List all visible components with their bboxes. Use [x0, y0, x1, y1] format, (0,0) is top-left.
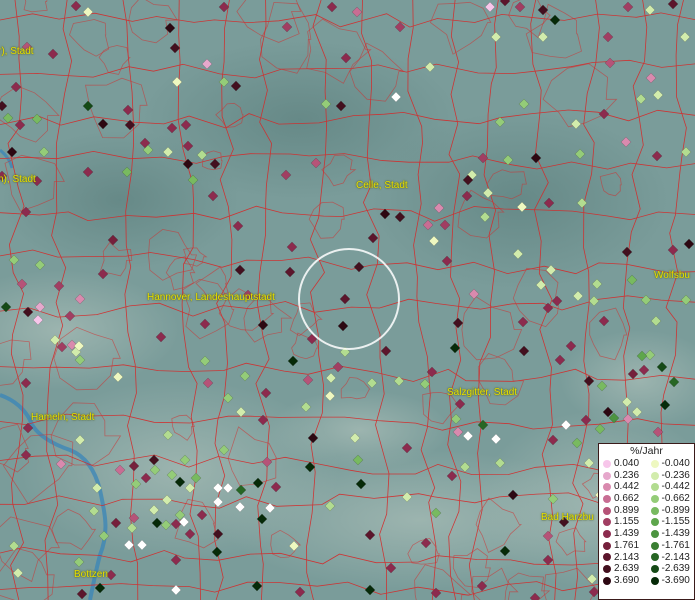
- legend-value: 1.439: [614, 528, 640, 540]
- legend-swatch: [650, 471, 659, 480]
- legend-swatch: [650, 494, 659, 503]
- legend-entry-neg: -3.690: [647, 575, 695, 587]
- legend-entry-neg: -0.662: [647, 493, 695, 505]
- legend-swatch: [650, 459, 659, 468]
- legend-value: -3.690: [661, 574, 690, 586]
- legend-entry-neg: -0.040: [647, 458, 695, 470]
- legend-value: 2.639: [614, 563, 640, 575]
- city-label-salzgitter: Salzgitter, Stadt: [447, 387, 518, 398]
- legend-entry-pos: 0.662: [599, 493, 647, 505]
- city-label-hameln: Hameln, Stadt: [31, 412, 95, 423]
- legend-row: 1.439 -1.439: [599, 528, 694, 540]
- legend-row: 3.690 -3.690: [599, 575, 694, 587]
- legend-entry-pos: 1.155: [599, 516, 647, 528]
- legend-swatch: [603, 506, 611, 515]
- legend-value: 3.690: [614, 574, 640, 586]
- legend-entry-neg: -0.236: [647, 470, 695, 482]
- city-label-hannover: Hannover, Landeshauptstadt: [147, 292, 275, 303]
- legend-title: %/Jahr: [630, 445, 663, 457]
- city-label-stadt-nw: r), Stadt: [0, 46, 34, 57]
- legend-value: -1.439: [661, 528, 690, 540]
- legend-rows: 0.040 -0.040 0.236 -0.236 0.442 -0.442 0.662 -0…: [599, 458, 694, 587]
- legend-entry-pos: 0.899: [599, 505, 647, 517]
- legend-entry-neg: -2.143: [647, 552, 695, 564]
- legend-swatch: [650, 483, 659, 492]
- legend-entry-neg: -0.899: [647, 505, 695, 517]
- legend-row: 0.040 -0.040: [599, 458, 694, 470]
- legend-swatch: [603, 565, 611, 574]
- legend-swatch: [603, 529, 611, 538]
- legend-row: 2.639 -2.639: [599, 563, 694, 575]
- legend-row: 1.761 -1.761: [599, 540, 694, 552]
- legend-row: 0.662 -0.662: [599, 493, 694, 505]
- legend: %/Jahr 0.040 -0.040 0.236 -0.236 0.442 -0.442…: [598, 443, 695, 600]
- legend-value: -0.662: [661, 493, 690, 505]
- legend-swatch: [650, 506, 659, 515]
- legend-entry-pos: 2.143: [599, 552, 647, 564]
- legend-row: 0.236 -0.236: [599, 470, 694, 482]
- legend-value: 2.143: [614, 551, 640, 563]
- legend-swatch: [603, 576, 611, 585]
- legend-swatch: [603, 494, 611, 503]
- legend-entry-pos: 0.040: [599, 458, 647, 470]
- legend-value: -2.143: [661, 551, 690, 563]
- city-label-bottzen: Bottzen: [74, 569, 108, 580]
- city-label-celle: Celle, Stadt: [356, 180, 408, 191]
- legend-value: 0.040: [614, 458, 640, 469]
- legend-row: 2.143 -2.143: [599, 552, 694, 564]
- legend-entry-pos: 0.236: [599, 470, 647, 482]
- legend-swatch: [650, 541, 659, 550]
- legend-entry-pos: 1.761: [599, 540, 647, 552]
- legend-value: -0.442: [661, 481, 690, 493]
- legend-swatch: [650, 529, 659, 538]
- legend-entry-neg: -2.639: [647, 563, 695, 575]
- legend-value: 0.442: [614, 481, 640, 493]
- legend-value: -0.236: [661, 469, 690, 481]
- legend-swatch: [650, 576, 659, 585]
- legend-swatch: [603, 471, 611, 480]
- legend-entry-neg: -0.442: [647, 481, 695, 493]
- legend-value: -0.899: [661, 504, 690, 516]
- legend-swatch: [603, 459, 611, 468]
- legend-swatch: [650, 518, 659, 527]
- legend-swatch: [603, 553, 611, 562]
- legend-entry-neg: -1.761: [647, 540, 695, 552]
- legend-row: 0.899 -0.899: [599, 505, 694, 517]
- legend-swatch: [603, 541, 611, 550]
- city-label-stadt-w: n), Stadt: [0, 174, 36, 185]
- legend-value: 1.761: [614, 539, 640, 551]
- legend-value: 0.236: [614, 469, 640, 481]
- legend-entry-pos: 3.690: [599, 575, 647, 587]
- legend-entry-neg: -1.439: [647, 528, 695, 540]
- legend-swatch: [603, 518, 611, 527]
- map-canvas[interactable]: [0, 0, 695, 600]
- legend-entry-pos: 2.639: [599, 563, 647, 575]
- legend-swatch: [650, 565, 659, 574]
- legend-row: 0.442 -0.442: [599, 481, 694, 493]
- legend-value: 0.899: [614, 504, 640, 516]
- legend-value: -1.155: [661, 516, 690, 528]
- legend-swatch: [650, 553, 659, 562]
- legend-entry-neg: -1.155: [647, 516, 695, 528]
- city-label-bad-harzburg: Bad Harzbu: [541, 512, 594, 523]
- legend-swatch: [603, 483, 611, 492]
- legend-value: -2.639: [661, 563, 690, 575]
- legend-row: 1.155 -1.155: [599, 516, 694, 528]
- city-label-wolfsburg: Wolfsbu: [654, 270, 690, 281]
- legend-entry-pos: 1.439: [599, 528, 647, 540]
- legend-entry-pos: 0.442: [599, 481, 647, 493]
- legend-value: 0.662: [614, 493, 640, 505]
- legend-value: -1.761: [661, 539, 690, 551]
- legend-value: -0.040: [661, 458, 690, 469]
- legend-value: 1.155: [614, 516, 640, 528]
